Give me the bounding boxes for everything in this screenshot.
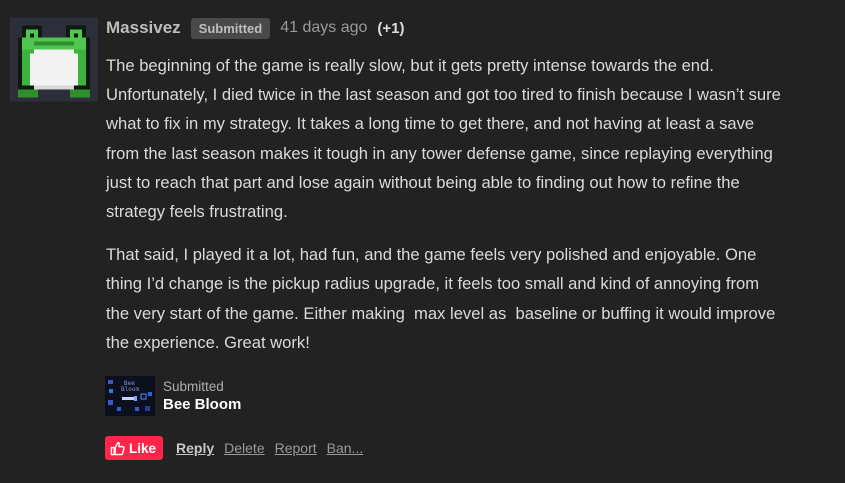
ban-link[interactable]: Ban... (327, 440, 364, 456)
like-button[interactable]: Like (105, 436, 164, 460)
comment-content: Massivez Submitted 41 days ago (+1) The … (106, 14, 836, 357)
bee-bloom-thumbnail-icon: Bee Bloom (105, 376, 155, 416)
comment-body: The beginning of the game is really slow… (106, 51, 836, 357)
game-status: Submitted (163, 379, 224, 394)
game-reference[interactable]: Bee Bloom Submitted Bee Bloom (105, 376, 241, 416)
thumbs-up-icon (110, 441, 125, 455)
comment-timestamp[interactable]: 41 days ago (280, 19, 367, 37)
report-link[interactable]: Report (275, 440, 317, 456)
comment-paragraph: That said, I played it a lot, had fun, a… (106, 245, 776, 352)
comment-paragraph: The beginning of the game is really slow… (106, 56, 781, 222)
reply-link[interactable]: Reply (176, 440, 214, 456)
game-info: Submitted Bee Bloom (163, 378, 241, 414)
game-thumbnail[interactable]: Bee Bloom (105, 376, 155, 416)
comment: Massivez Submitted 41 days ago (+1) The … (0, 0, 845, 483)
author-link[interactable]: Massivez (106, 18, 181, 38)
user-avatar[interactable] (10, 17, 98, 102)
frog-avatar-icon (10, 17, 98, 102)
like-label: Like (129, 440, 157, 456)
vote-count: (+1) (377, 19, 405, 37)
comment-actions: Like Reply Delete Report Ban... (105, 436, 363, 460)
delete-link[interactable]: Delete (224, 440, 264, 456)
status-badge: Submitted (190, 17, 271, 39)
game-title-link[interactable]: Bee Bloom (163, 396, 241, 414)
thumb-text-line2: Bloom (121, 386, 139, 393)
comment-header: Massivez Submitted 41 days ago (+1) (106, 14, 836, 42)
